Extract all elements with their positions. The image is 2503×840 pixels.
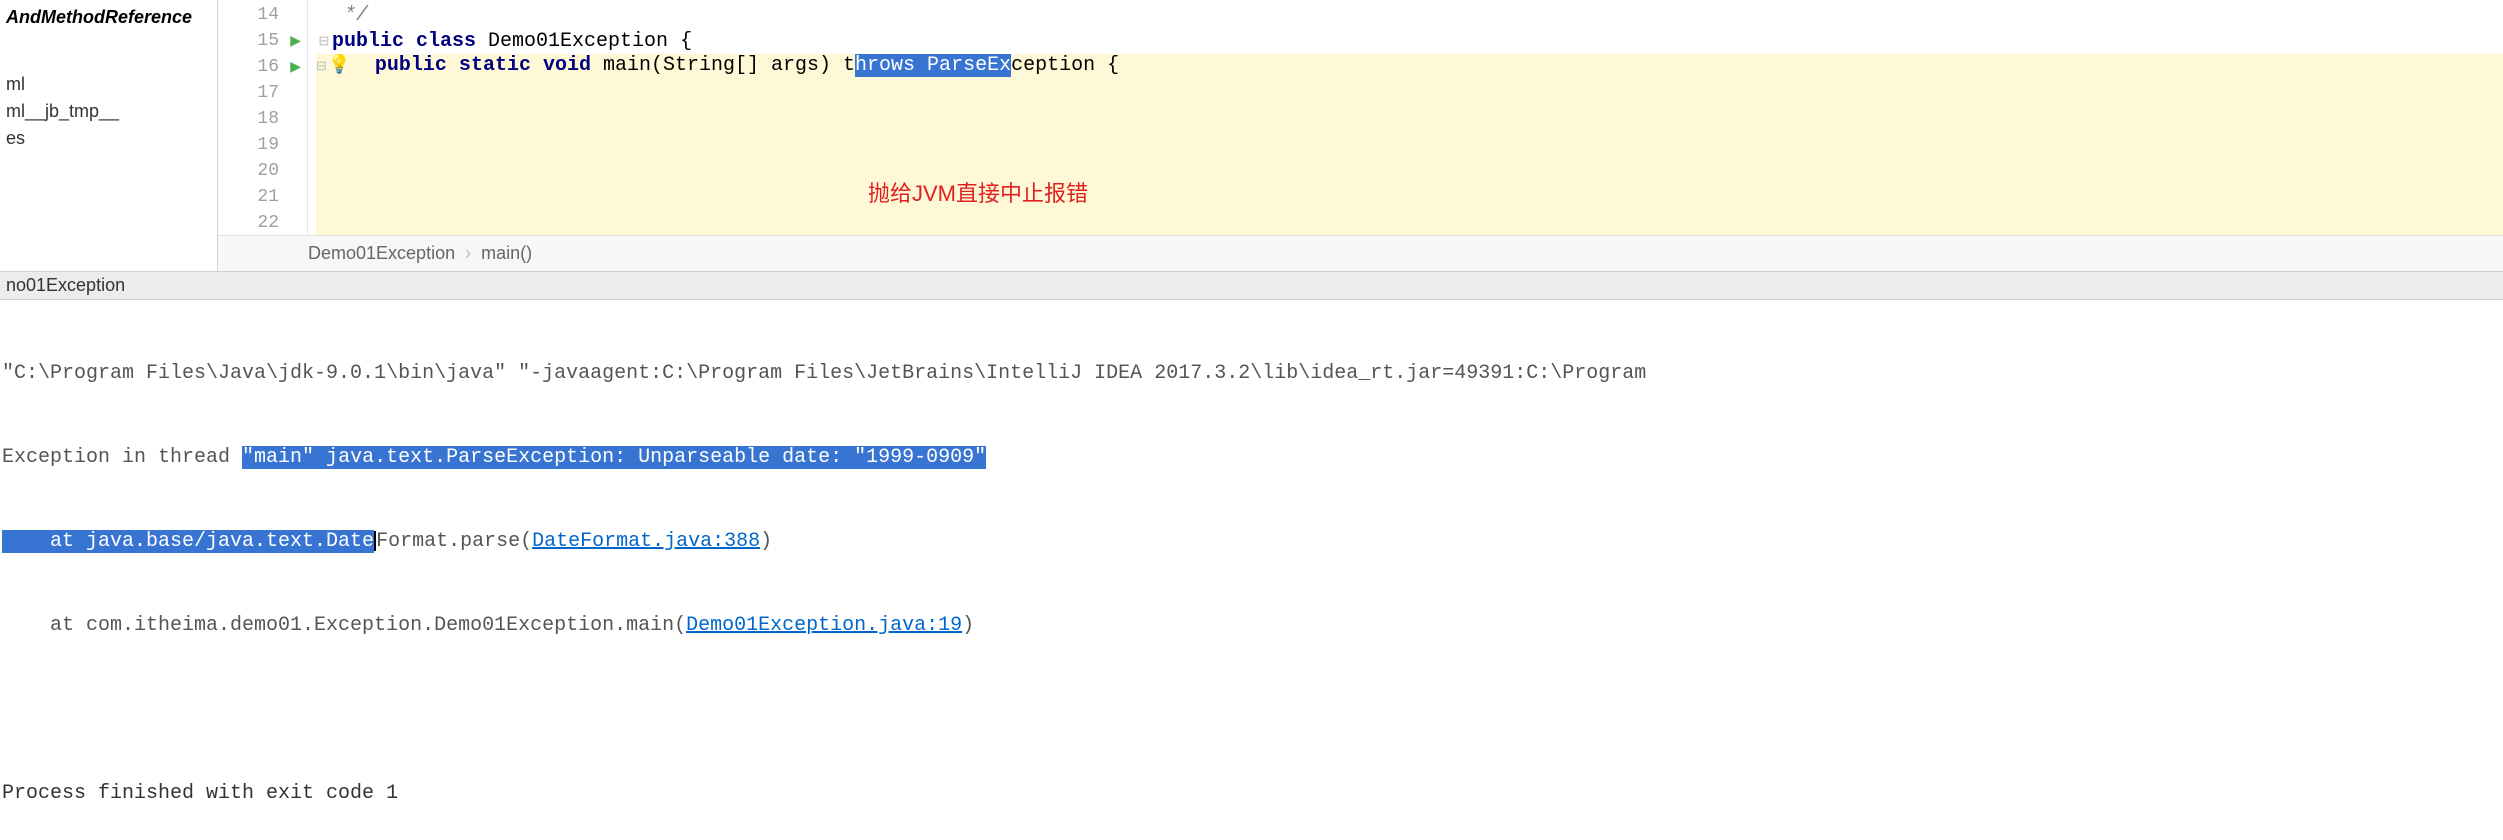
run-tab-header[interactable]: no01Exception — [0, 272, 2503, 300]
breadcrumb-method[interactable]: main() — [481, 243, 532, 264]
breadcrumb-separator: › — [465, 243, 471, 264]
line-number: 17 — [218, 80, 307, 106]
stacktrace-link[interactable]: DateFormat.java:388 — [532, 530, 760, 553]
line-number: 14 — [218, 2, 307, 28]
fold-icon[interactable]: ⊟ — [316, 59, 327, 74]
console-selection: "main" java.text.ParseException: Unparse… — [242, 446, 986, 469]
gutter[interactable]: 14 15▶ 16▶ 17 18 19 20 21 22 23 — [218, 0, 308, 235]
run-gutter-icon[interactable]: ▶ — [290, 59, 301, 76]
line-number: 21 — [218, 184, 307, 210]
external-annotation: 抛给JVM直接中止报错 — [868, 176, 1088, 208]
line-number: 20 — [218, 158, 307, 184]
tree-item[interactable]: es — [2, 125, 215, 152]
project-tree[interactable]: AndMethodReference ml ml__jb_tmp__ es — [0, 0, 218, 271]
line-number: 16▶ — [218, 54, 307, 80]
text-selection: hrows ParseEx — [855, 54, 1011, 77]
run-gutter-icon[interactable]: ▶ — [290, 33, 301, 50]
console-command: "C:\Program Files\Java\jdk-9.0.1\bin\jav… — [2, 360, 2501, 388]
stacktrace-link[interactable]: Demo01Exception.java:19 — [686, 614, 962, 637]
line-number: 22 — [218, 210, 307, 235]
breadcrumbs[interactable]: Demo01Exception › main() — [218, 235, 2503, 271]
line-number: 18 — [218, 106, 307, 132]
exit-code: Process finished with exit code 1 — [2, 780, 2501, 808]
tree-item[interactable]: ml — [2, 71, 215, 98]
line-number: 15▶ — [218, 28, 307, 54]
breadcrumb-class[interactable]: Demo01Exception — [308, 243, 455, 264]
line-number: 19 — [218, 132, 307, 158]
intention-bulb-icon[interactable]: 💡 — [328, 54, 350, 76]
fold-icon[interactable]: ⊟ — [316, 34, 332, 49]
editor-area: 14 15▶ 16▶ 17 18 19 20 21 22 23 💡 */ ⊟pu… — [218, 0, 2503, 271]
tree-item[interactable]: AndMethodReference — [2, 4, 215, 31]
code-editor[interactable]: 💡 */ ⊟public class Demo01Exception { ⊟ p… — [308, 0, 2503, 235]
tree-item[interactable]: ml__jb_tmp__ — [2, 98, 215, 125]
console-output[interactable]: "C:\Program Files\Java\jdk-9.0.1\bin\jav… — [0, 300, 2503, 840]
